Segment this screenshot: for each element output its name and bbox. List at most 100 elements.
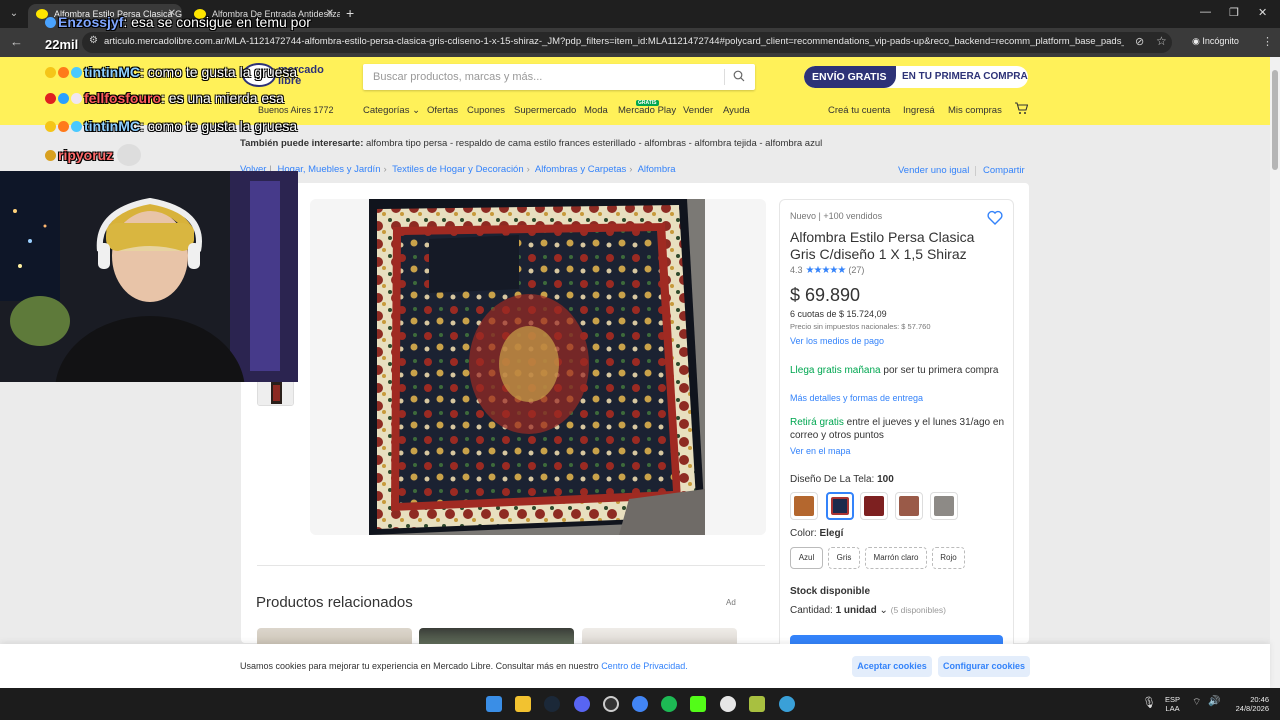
windows-taskbar: 🎙 ESP LAA ⌔ 🔊 20:46 24/8/2026 [0, 688, 1280, 720]
ad-label: Ad [726, 598, 736, 607]
cookie-banner: Usamos cookies para mejorar tu experienc… [0, 644, 1270, 688]
kick-icon[interactable] [690, 696, 706, 712]
rating[interactable]: 4.3 ★★★★★ (27) [790, 265, 864, 276]
heart-icon[interactable] [987, 210, 1003, 225]
search-input[interactable]: Buscar productos, marcas y más... [363, 64, 755, 90]
pickup-info: Retirá gratis entre el jueves y el lunes… [790, 417, 1005, 441]
color-option-gris[interactable]: Gris [828, 547, 860, 569]
nav-mercado-play[interactable]: Mercado Play [618, 105, 676, 116]
sell-similar-link[interactable]: Vender uno igual [898, 165, 969, 176]
new-tab-icon[interactable]: + [346, 5, 354, 21]
cookie-text: Usamos cookies para mejorar tu experienc… [240, 661, 688, 671]
nav-ayuda[interactable]: Ayuda [723, 105, 750, 116]
design-swatch[interactable] [930, 492, 958, 520]
app-c-blue-icon[interactable] [779, 696, 795, 712]
tab-search-icon[interactable]: ⌄ [6, 6, 22, 22]
gallery-thumbnail[interactable] [257, 378, 294, 406]
quantity-selector[interactable]: Cantidad: 1 unidad ⌄ (5 disponibles) [790, 605, 946, 616]
breadcrumb-item[interactable]: Textiles de Hogar y Decoración [392, 164, 523, 175]
close-tab-icon[interactable]: ✕ [326, 4, 334, 24]
breadcrumb: Volver | Hogar, Muebles y Jardín › Textile… [240, 164, 676, 175]
tax-note: Precio sin impuestos nacionales: $ 57.76… [790, 322, 931, 331]
minimize-icon[interactable]: — [1200, 6, 1211, 18]
chrome-icon[interactable] [632, 696, 648, 712]
chat-message: tintinMC: como te gusta la gruesa [45, 118, 297, 134]
windows-start-icon[interactable] [486, 696, 502, 712]
installments: 6 cuotas de $ 15.724,09 [790, 309, 887, 319]
shipping-info: Llega gratis mañana por ser tu primera c… [790, 365, 999, 376]
design-label: Diseño De La Tela: 100 [790, 474, 894, 485]
language-indicator[interactable]: ESP LAA [1165, 695, 1180, 713]
nav-vender[interactable]: Vender [683, 105, 713, 116]
site-info-icon[interactable]: ⚙ [89, 35, 98, 46]
steam-icon[interactable] [544, 696, 560, 712]
design-swatch[interactable] [895, 492, 923, 520]
stock-status: Stock disponible [790, 586, 871, 597]
related-products-title: Productos relacionados [256, 594, 413, 611]
file-explorer-icon[interactable] [515, 696, 531, 712]
incognito-icon: ◉ [1192, 36, 1203, 46]
eye-off-icon[interactable]: ⊘ [1135, 35, 1144, 48]
breadcrumb-item[interactable]: Alfombras y Carpetas [535, 164, 626, 175]
clock[interactable]: 20:46 24/8/2026 [1227, 695, 1269, 713]
shipping-details-link[interactable]: Más detalles y formas de entrega [790, 393, 923, 403]
design-swatch-selected[interactable] [826, 492, 854, 520]
chevron-down-icon: ⌄ [879, 605, 888, 616]
cart-icon[interactable] [1014, 102, 1028, 115]
chat-message: ripyoruz [45, 144, 143, 166]
microphone-icon[interactable]: 🎙 [1142, 696, 1158, 712]
color-option-rojo[interactable]: Rojo [932, 547, 965, 569]
share-link[interactable]: Compartir [983, 165, 1025, 176]
incognito-indicator[interactable]: ◉ Incógnito [1192, 36, 1239, 47]
related-search-links[interactable]: alfombra tipo persa - respaldo de cama e… [366, 138, 822, 149]
nav-ofertas[interactable]: Ofertas [427, 105, 458, 116]
chat-message: tintinMC: como te gusta la gruesa [45, 64, 297, 80]
search-placeholder: Buscar productos, marcas y más... [373, 71, 543, 83]
related-searches: También puede interesarte: alfombra tipo… [240, 138, 823, 149]
search-icon[interactable] [733, 70, 745, 82]
nav-moda[interactable]: Moda [584, 105, 608, 116]
webcam-overlay [0, 171, 298, 382]
close-window-icon[interactable]: ✕ [1258, 6, 1267, 19]
nav-my-purchases[interactable]: Mis compras [948, 105, 1002, 116]
bookmark-star-icon[interactable]: ☆ [1156, 34, 1167, 48]
back-arrow-icon[interactable]: ← [10, 34, 23, 49]
breadcrumb-item[interactable]: Alfombra [638, 164, 676, 175]
free-shipping-banner[interactable]: ENVÍO GRATIS EN TU PRIMERA COMPRA [804, 66, 1028, 88]
nav-categorias[interactable]: Categorías ⌄ [363, 105, 420, 116]
viewer-count: 22mil [45, 37, 79, 52]
color-option-azul[interactable]: Azul [790, 547, 823, 569]
color-label: Color: Elegí [790, 528, 844, 539]
color-option-marron[interactable]: Marrón claro [865, 547, 927, 569]
configure-cookies-button[interactable]: Configurar cookies [938, 656, 1030, 677]
rating-stars-icon: ★★★★★ [805, 265, 847, 276]
url-text[interactable]: articulo.mercadolibre.com.ar/MLA-1121472… [104, 36, 1124, 47]
volume-icon[interactable]: 🔊 [1208, 696, 1224, 712]
discord-icon[interactable] [574, 696, 590, 712]
game-app-icon[interactable] [749, 696, 765, 712]
obs-icon[interactable] [603, 696, 619, 712]
nav-cupones[interactable]: Cupones [467, 105, 505, 116]
location-selector[interactable]: Buenos Aires 1772 [258, 105, 334, 115]
nav-create-account[interactable]: Creá tu cuenta [828, 105, 890, 116]
spotify-icon[interactable] [661, 696, 677, 712]
app-c-icon[interactable] [720, 696, 736, 712]
product-title: Alfombra Estilo Persa Clasica Gris C/dis… [790, 229, 975, 262]
payment-methods-link[interactable]: Ver los medios de pago [790, 336, 884, 346]
browser-menu-icon[interactable]: ⋮ [1262, 35, 1273, 48]
design-swatch[interactable] [790, 492, 818, 520]
nav-login[interactable]: Ingresá [903, 105, 935, 116]
restore-icon[interactable]: ❐ [1229, 6, 1239, 19]
accept-cookies-button[interactable]: Aceptar cookies [852, 656, 932, 677]
privacy-center-link[interactable]: Centro de Privacidad. [601, 661, 688, 671]
wifi-icon[interactable]: ⌔ [1192, 696, 1208, 712]
price: $ 69.890 [790, 285, 861, 305]
scrollbar-thumb[interactable] [1272, 70, 1278, 170]
chat-message: fellfosfouro: es una mierda esa [45, 90, 284, 106]
emote-icon [117, 144, 142, 166]
nav-supermercado[interactable]: Supermercado [514, 105, 576, 116]
design-swatch[interactable] [860, 492, 888, 520]
condition-text: Nuevo | +100 vendidos [790, 211, 883, 221]
map-link[interactable]: Ver en el mapa [790, 446, 851, 456]
product-image[interactable] [369, 199, 705, 535]
